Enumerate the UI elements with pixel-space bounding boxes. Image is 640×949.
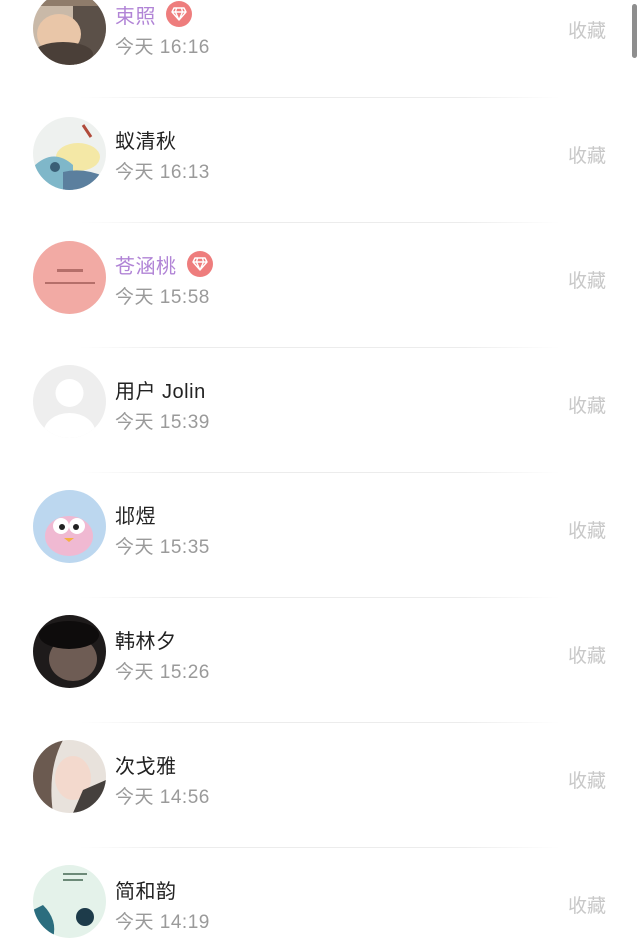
timestamp: 今天 16:16 <box>115 37 210 58</box>
name-line: 简和韵 <box>115 874 177 904</box>
timestamp: 今天 15:35 <box>115 537 210 558</box>
user-list: 束照 今天 16:16 收藏 蚁清秋 今天 16:13 收藏 苍涵桃 今天 15… <box>0 0 640 949</box>
avatar[interactable] <box>33 490 106 563</box>
user-name[interactable]: 用户 Jolin <box>115 375 206 404</box>
user-name[interactable]: 次戈雅 <box>115 750 177 779</box>
list-item[interactable]: 蚁清秋 今天 16:13 收藏 <box>0 98 640 223</box>
user-name[interactable]: 蚁清秋 <box>115 125 177 154</box>
favorite-button[interactable]: 收藏 <box>568 266 606 293</box>
user-name[interactable]: 韩林夕 <box>115 625 177 654</box>
user-name[interactable]: 苍涵桃 <box>115 250 177 279</box>
name-line: 次戈雅 <box>115 749 177 779</box>
favorite-button[interactable]: 收藏 <box>568 516 606 543</box>
name-line: 邶煜 <box>115 499 156 529</box>
avatar[interactable] <box>33 740 106 813</box>
avatar[interactable] <box>33 865 106 938</box>
favorite-button[interactable]: 收藏 <box>568 391 606 418</box>
timestamp: 今天 15:26 <box>115 662 210 683</box>
timestamp: 今天 15:39 <box>115 412 210 433</box>
avatar-image <box>33 615 106 688</box>
favorite-button[interactable]: 收藏 <box>568 641 606 668</box>
avatar-image <box>33 490 106 563</box>
list-item[interactable]: 邶煜 今天 15:35 收藏 <box>0 473 640 598</box>
list-item[interactable]: 简和韵 今天 14:19 收藏 <box>0 848 640 949</box>
list-item[interactable]: 韩林夕 今天 15:26 收藏 <box>0 598 640 723</box>
avatar[interactable] <box>33 615 106 688</box>
user-name[interactable]: 束照 <box>115 0 156 29</box>
list-item[interactable]: 束照 今天 16:16 收藏 <box>0 0 640 98</box>
scrollbar[interactable] <box>632 4 637 58</box>
favorite-button[interactable]: 收藏 <box>568 16 606 43</box>
name-line: 束照 <box>115 0 192 29</box>
name-line: 韩林夕 <box>115 624 177 654</box>
timestamp: 今天 15:58 <box>115 287 210 308</box>
avatar[interactable] <box>33 365 106 438</box>
list-item[interactable]: 苍涵桃 今天 15:58 收藏 <box>0 223 640 348</box>
avatar-image <box>33 0 106 65</box>
name-line: 用户 Jolin <box>115 374 206 404</box>
avatar[interactable] <box>33 117 106 190</box>
avatar-image <box>33 865 106 938</box>
list-item[interactable]: 用户 Jolin 今天 15:39 收藏 <box>0 348 640 473</box>
vip-diamond-icon <box>186 251 213 277</box>
name-line: 苍涵桃 <box>115 249 213 279</box>
avatar[interactable] <box>33 241 106 314</box>
name-line: 蚁清秋 <box>115 124 177 154</box>
user-name[interactable]: 简和韵 <box>115 875 177 904</box>
favorite-button[interactable]: 收藏 <box>568 766 606 793</box>
user-name[interactable]: 邶煜 <box>115 500 156 529</box>
timestamp: 今天 14:19 <box>115 912 210 933</box>
vip-diamond-icon <box>166 1 192 27</box>
avatar-image <box>33 241 106 314</box>
default-avatar-icon <box>33 365 106 438</box>
avatar-image <box>33 117 106 190</box>
favorite-button[interactable]: 收藏 <box>568 141 606 168</box>
list-item[interactable]: 次戈雅 今天 14:56 收藏 <box>0 723 640 848</box>
avatar[interactable] <box>33 0 106 65</box>
avatar-image <box>33 740 106 813</box>
timestamp: 今天 14:56 <box>115 787 210 808</box>
timestamp: 今天 16:13 <box>115 162 210 183</box>
favorite-button[interactable]: 收藏 <box>568 891 606 918</box>
